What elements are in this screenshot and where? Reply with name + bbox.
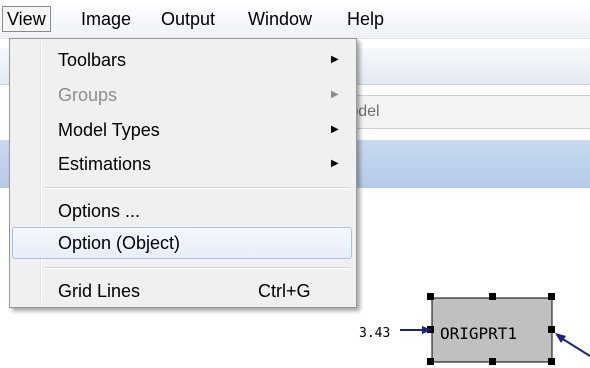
handle-tm [489, 293, 496, 300]
submenu-arrow-icon: ▶ [331, 54, 339, 65]
menubar: View Image Output Window Help [0, 0, 590, 39]
node-label: ORIGPRT1 [440, 324, 518, 343]
input-arrow-head [422, 326, 432, 334]
path-coefficient: 3.43 [359, 326, 391, 341]
handle-bl [427, 358, 434, 365]
handle-br [548, 358, 555, 365]
handle-mr [548, 326, 555, 333]
submenu-arrow-icon: ▶ [331, 124, 339, 135]
menu-view[interactable]: View [2, 6, 51, 32]
handle-ml [427, 326, 434, 333]
handle-tr [548, 293, 555, 300]
menu-item-options[interactable]: Options ... [12, 196, 352, 226]
menu-item-label: Groups [58, 85, 118, 105]
menu-item-label: Model Types [58, 120, 160, 140]
menu-separator [44, 187, 350, 189]
menu-item-estimations[interactable]: Estimations ▶ [12, 149, 352, 179]
path-arrow-head [555, 333, 566, 343]
menu-item-model-types[interactable]: Model Types ▶ [12, 115, 352, 145]
view-dropdown-menu: Toolbars ▶ Groups ▶ Model Types ▶ Estima… [9, 38, 357, 308]
menu-item-grid-lines[interactable]: Grid Lines Ctrl+G [12, 276, 352, 306]
handle-tl [427, 293, 434, 300]
menu-item-label: Grid Lines [58, 281, 141, 301]
submenu-arrow-icon: ▶ [331, 89, 339, 100]
menu-separator [44, 267, 350, 269]
handle-bm [489, 358, 496, 365]
menu-help[interactable]: Help [343, 7, 388, 31]
menu-item-shortcut: Ctrl+G [258, 281, 311, 301]
path-arrow-line [557, 335, 590, 357]
menu-item-label: Estimations [58, 154, 152, 174]
menu-output[interactable]: Output [157, 7, 219, 31]
menu-item-toolbars[interactable]: Toolbars ▶ [12, 45, 352, 75]
menu-item-label: Option (Object) [58, 233, 181, 253]
menu-item-label: Toolbars [58, 50, 127, 70]
menu-item-option-object[interactable]: Option (Object) [12, 227, 352, 259]
submenu-arrow-icon: ▶ [331, 158, 339, 169]
menu-window[interactable]: Window [244, 7, 316, 31]
menu-image[interactable]: Image [77, 7, 135, 31]
menu-item-label: Options ... [58, 201, 141, 221]
menu-item-groups: Groups ▶ [12, 80, 352, 110]
